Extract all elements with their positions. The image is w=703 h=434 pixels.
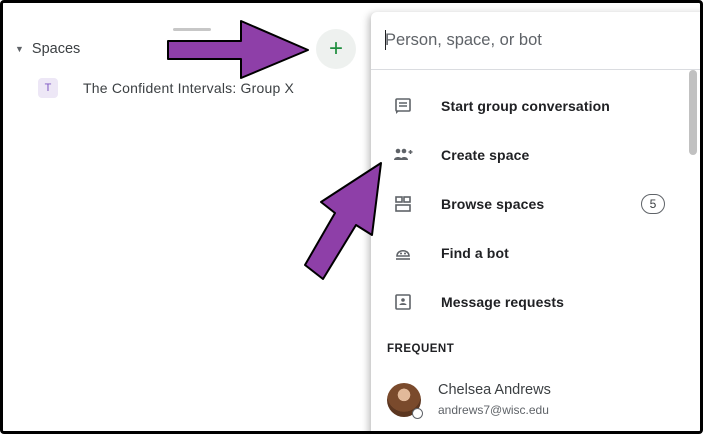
menu-item-label: Browse spaces	[441, 196, 545, 212]
contact-email: andrews7@wisc.edu	[438, 403, 549, 417]
presence-indicator	[412, 407, 423, 419]
search-bar	[371, 12, 700, 70]
bot-icon	[393, 243, 413, 263]
contact-name: Chelsea Andrews	[438, 382, 551, 398]
find-a-bot-item[interactable]: Find a bot	[371, 233, 691, 273]
space-avatar: T	[38, 78, 58, 98]
app-window: ▼ Spaces + T The Confident Intervals: Gr…	[0, 0, 703, 434]
space-name: The Confident Intervals: Group X	[83, 80, 295, 96]
menu-item-label: Create space	[441, 147, 530, 163]
chat-icon	[393, 96, 413, 116]
spaces-section-header[interactable]: ▼ Spaces	[15, 37, 80, 61]
menu-item-label: Find a bot	[441, 245, 509, 261]
frequent-heading: FREQUENT	[387, 343, 455, 355]
text-cursor	[385, 30, 386, 50]
message-requests-icon	[393, 292, 413, 312]
space-list-item[interactable]: T The Confident Intervals: Group X	[38, 78, 294, 98]
menu-item-label: Start group conversation	[441, 98, 610, 114]
new-chat-dropdown: Start group conversation Create space Br…	[371, 12, 700, 431]
drag-handle[interactable]	[173, 28, 211, 31]
message-requests-item[interactable]: Message requests	[371, 282, 691, 322]
search-input[interactable]	[385, 26, 685, 54]
frequent-contact[interactable]: Chelsea Andrews andrews7@wisc.edu	[387, 382, 551, 419]
contact-info: Chelsea Andrews andrews7@wisc.edu	[438, 382, 551, 417]
spaces-count-badge: 5	[641, 194, 665, 214]
caret-down-icon[interactable]: ▼	[15, 44, 24, 54]
plus-icon: +	[328, 35, 343, 62]
avatar	[387, 382, 423, 419]
spaces-panel: ▼ Spaces + T The Confident Intervals: Gr…	[3, 3, 373, 431]
group-add-icon	[393, 145, 413, 165]
menu-item-label: Message requests	[441, 294, 564, 310]
start-group-conversation-item[interactable]: Start group conversation	[371, 86, 691, 126]
grid-icon	[393, 194, 413, 214]
add-space-button[interactable]: +	[316, 29, 356, 69]
browse-spaces-item[interactable]: Browse spaces 5	[371, 184, 691, 224]
create-space-item[interactable]: Create space	[371, 135, 691, 175]
spaces-section-title: Spaces	[31, 41, 81, 57]
